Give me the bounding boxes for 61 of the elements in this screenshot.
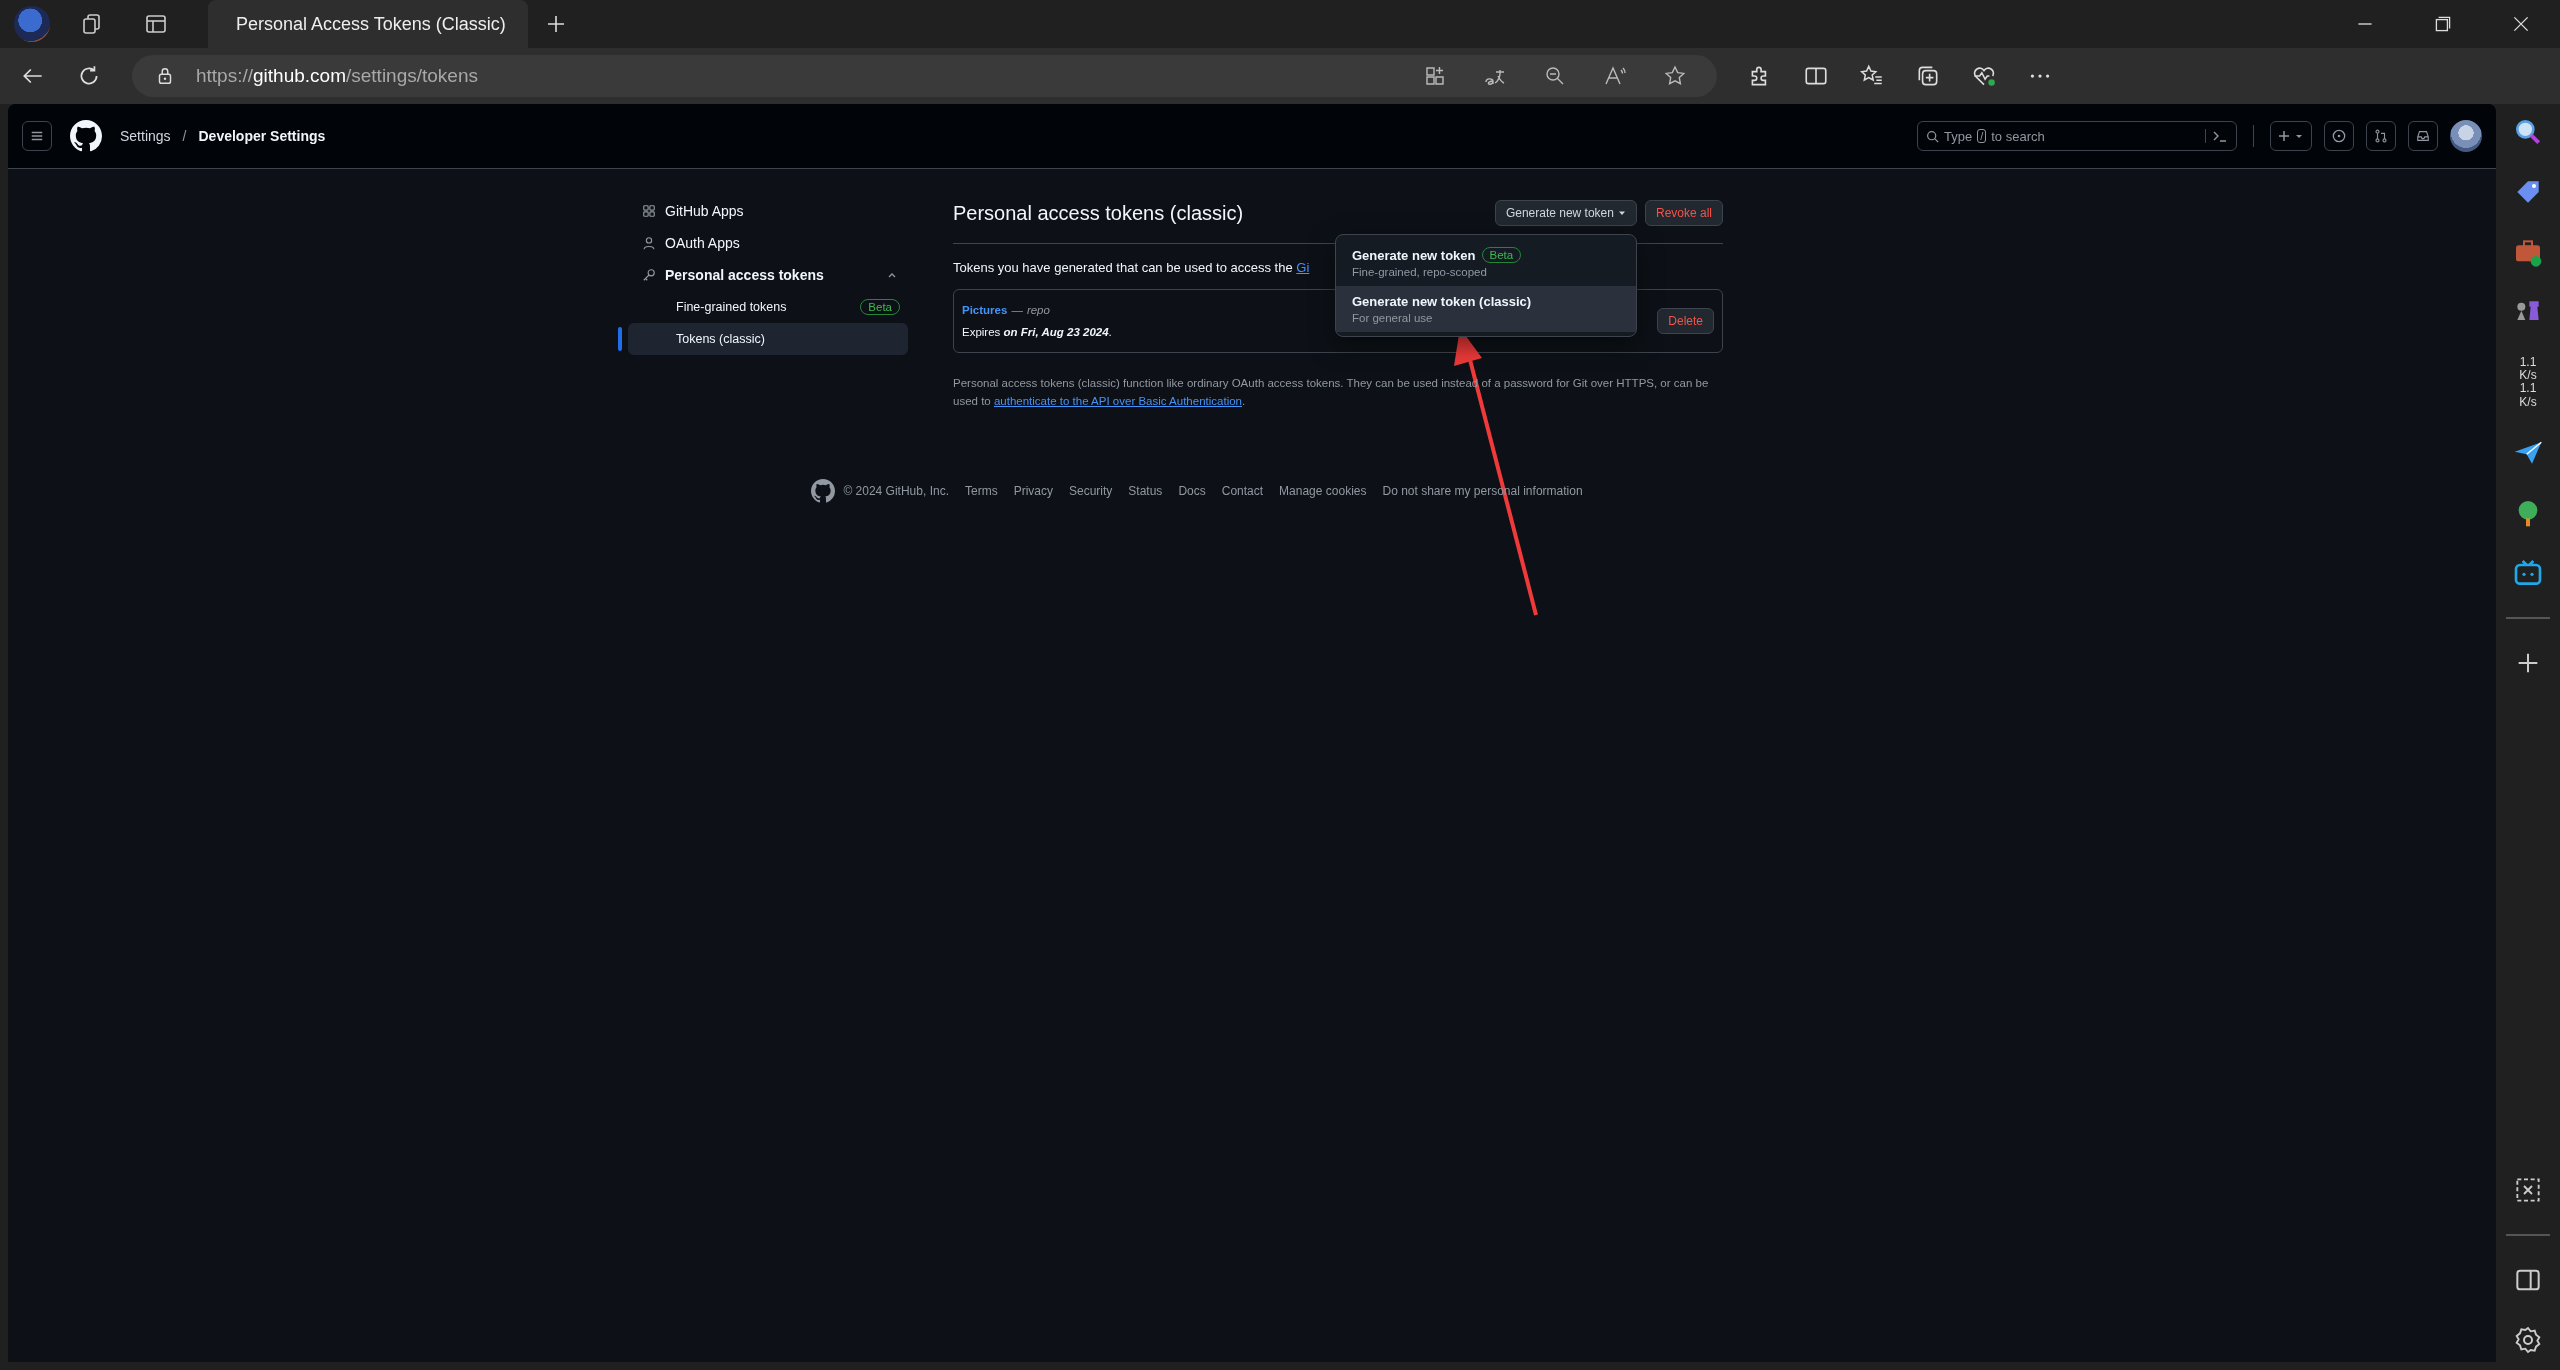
inbox-button[interactable] [2408, 121, 2438, 151]
pull-request-icon [2374, 129, 2388, 143]
create-button[interactable] [2270, 121, 2312, 151]
github-logo-icon[interactable] [70, 120, 102, 152]
auth-link[interactable]: authenticate to the API over Basic Authentication [993, 394, 1242, 407]
apps-icon [642, 204, 656, 218]
command-palette-icon[interactable] [2205, 129, 2228, 143]
revoke-all-button[interactable]: Revoke all [1644, 200, 1723, 226]
user-avatar[interactable] [2450, 120, 2482, 152]
token-scope: repo [1026, 304, 1050, 316]
caret-icon [1617, 209, 1626, 217]
speed-reading: K/s [2519, 369, 2537, 383]
menu-button[interactable] [22, 121, 52, 151]
sidebar-subitem[interactable]: Fine-grained tokens Beta [628, 291, 908, 323]
speed-reading: 1.1 [2519, 356, 2537, 370]
token-separator: — [1011, 304, 1023, 316]
breadcrumb-link[interactable]: Settings [120, 128, 171, 144]
footer-link[interactable]: Terms [964, 483, 998, 498]
footer-link[interactable]: Status [1128, 483, 1163, 498]
footer-link[interactable]: Docs [1178, 483, 1206, 498]
profile-avatar[interactable] [14, 6, 50, 42]
intro-text: Tokens you have generated that can be used to access the [953, 260, 1294, 275]
copyright-text: © 2024 GitHub, Inc. [843, 483, 949, 498]
search-field[interactable]: Type / to search [1917, 121, 2237, 151]
search-icon [1926, 129, 1939, 143]
sidebar-item[interactable]: GitHub Apps [618, 195, 908, 227]
tab-actions-icon[interactable] [144, 12, 168, 36]
expiry-text: Expires on Fri, Aug 23 2024. [962, 326, 1112, 338]
breadcrumb-separator: / [182, 128, 187, 144]
footer-link[interactable]: Privacy [1013, 483, 1053, 498]
selection-bar [618, 327, 622, 351]
page-title: Personal access tokens (classic) [953, 201, 1244, 225]
inbox-icon [2416, 129, 2430, 143]
tab-title: Personal Access Tokens (Classic) [236, 13, 506, 35]
issue-icon [2332, 129, 2346, 143]
github-logo-icon[interactable] [811, 478, 836, 503]
speed-reading: 1.1 [2519, 382, 2537, 396]
breadcrumb-link[interactable]: Developer Settings [198, 128, 326, 144]
sidebar-item[interactable]: OAuth Apps [618, 227, 908, 259]
browser-tab[interactable]: Personal Access Tokens (Classic) [208, 0, 528, 48]
generate-token-button[interactable]: Generate new token [1494, 200, 1637, 226]
menu-item[interactable]: Generate new token Beta Fine-grained, repo-scoped [1335, 239, 1636, 286]
speed-reading: K/s [2519, 395, 2537, 409]
intro-link[interactable]: Gi [1296, 260, 1310, 275]
footer-link[interactable]: Contact [1221, 483, 1264, 498]
sidebar-item[interactable]: Personal access tokens [618, 259, 908, 291]
token-name-link[interactable]: Pictures [962, 304, 1008, 316]
app-add-icon[interactable] [1423, 64, 1447, 88]
pull-requests-button[interactable] [2366, 121, 2396, 151]
menu-icon [30, 129, 44, 143]
issues-button[interactable] [2324, 121, 2354, 151]
plus-caret-icon [2277, 129, 2305, 143]
star-icon[interactable] [1663, 64, 1687, 88]
footer-link[interactable]: Manage cookies [1279, 483, 1367, 498]
footer-link[interactable]: Security [1069, 483, 1113, 498]
menu-item[interactable]: Generate new token (classic) For general use [1335, 286, 1636, 332]
address-bar[interactable]: https://github.com/settings/tokens [132, 55, 1717, 97]
delete-button[interactable]: Delete [1657, 308, 1714, 334]
key-icon [642, 268, 656, 282]
person-icon [642, 236, 656, 250]
url-text: https://github.com/settings/tokens [196, 65, 478, 87]
